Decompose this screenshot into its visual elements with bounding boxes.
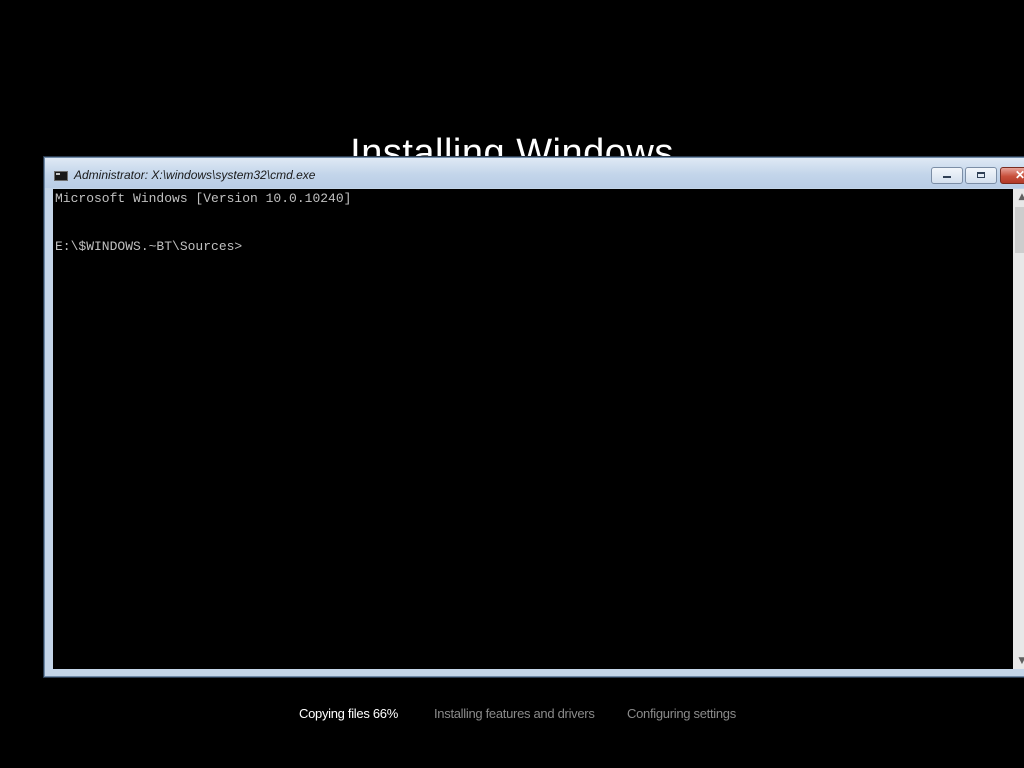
step-configuring-settings: Configuring settings [627,706,736,721]
scroll-down-arrow-icon[interactable]: ▼ [1013,653,1024,669]
step-copying-files: Copying files 66% [299,706,398,721]
setup-screen: Installing Windows Administrator: X:\win… [0,0,1024,768]
console-version-line: Microsoft Windows [Version 10.0.10240] [55,191,352,206]
cmd-window-title: Administrator: X:\windows\system32\cmd.e… [74,168,316,182]
vertical-scrollbar[interactable]: ▲ ▼ [1013,189,1024,669]
console-prompt-line[interactable]: E:\$WINDOWS.~BT\Sources> [55,239,242,255]
console-output[interactable]: Microsoft Windows [Version 10.0.10240] E… [53,189,1013,669]
scroll-thumb[interactable] [1015,207,1024,253]
maximize-button[interactable] [965,167,997,184]
setup-progress-steps: Copying files 66% Installing features an… [0,706,1024,726]
cmd-title-bar[interactable]: Administrator: X:\windows\system32\cmd.e… [45,158,1024,188]
step-installing-features: Installing features and drivers [434,706,595,721]
close-button[interactable]: ✕ [1000,167,1024,184]
cmd-window[interactable]: Administrator: X:\windows\system32\cmd.e… [44,157,1024,677]
console-icon[interactable] [54,171,68,181]
maximize-icon [977,172,985,178]
minimize-icon [943,176,951,178]
scroll-up-arrow-icon[interactable]: ▲ [1013,189,1024,205]
minimize-button[interactable] [931,167,963,184]
close-icon: ✕ [1014,168,1024,182]
